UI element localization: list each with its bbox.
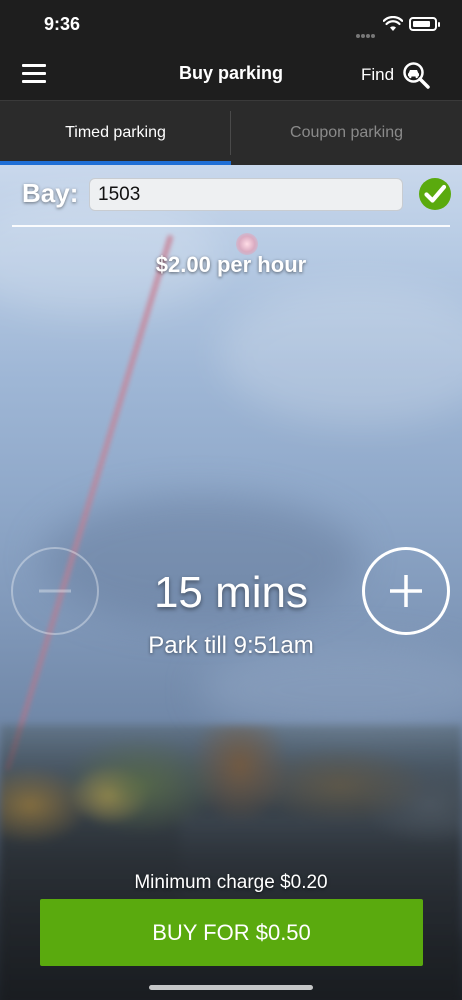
bay-number-input[interactable] [89, 178, 403, 211]
hourly-rate: $2.00 per hour [155, 252, 307, 277]
tab-timed-parking[interactable]: Timed parking [0, 101, 231, 165]
parking-duration: 15 mins [153, 568, 309, 617]
menu-button[interactable] [22, 64, 46, 86]
nav-bar: Buy parking Find [0, 50, 462, 100]
signal-icon [356, 25, 376, 43]
active-tab-indicator [0, 161, 231, 165]
buy-parking-screen: 9:36 Buy parking Find Timed parking Coup… [0, 0, 462, 1000]
battery-icon [409, 17, 440, 31]
menu-icon [22, 64, 46, 67]
find-label: Find [361, 65, 395, 84]
wifi-icon [383, 16, 403, 31]
bay-divider [12, 225, 450, 227]
home-indicator [149, 985, 313, 990]
park-until-time: Park till 9:51am [148, 632, 314, 659]
buy-button[interactable]: BUY FOR $0.50 [40, 899, 423, 966]
parking-type-tabs: Timed parking Coupon parking [0, 100, 462, 165]
tab-coupon-parking[interactable]: Coupon parking [231, 101, 462, 165]
status-bar: 9:36 [0, 0, 462, 50]
minimum-charge: Minimum charge $0.20 [134, 872, 328, 893]
find-button[interactable]: Find [361, 60, 430, 90]
checkmark-icon [419, 178, 451, 210]
car-search-icon [403, 62, 430, 89]
status-time: 9:36 [44, 14, 81, 34]
bay-label: Bay: [22, 178, 79, 208]
